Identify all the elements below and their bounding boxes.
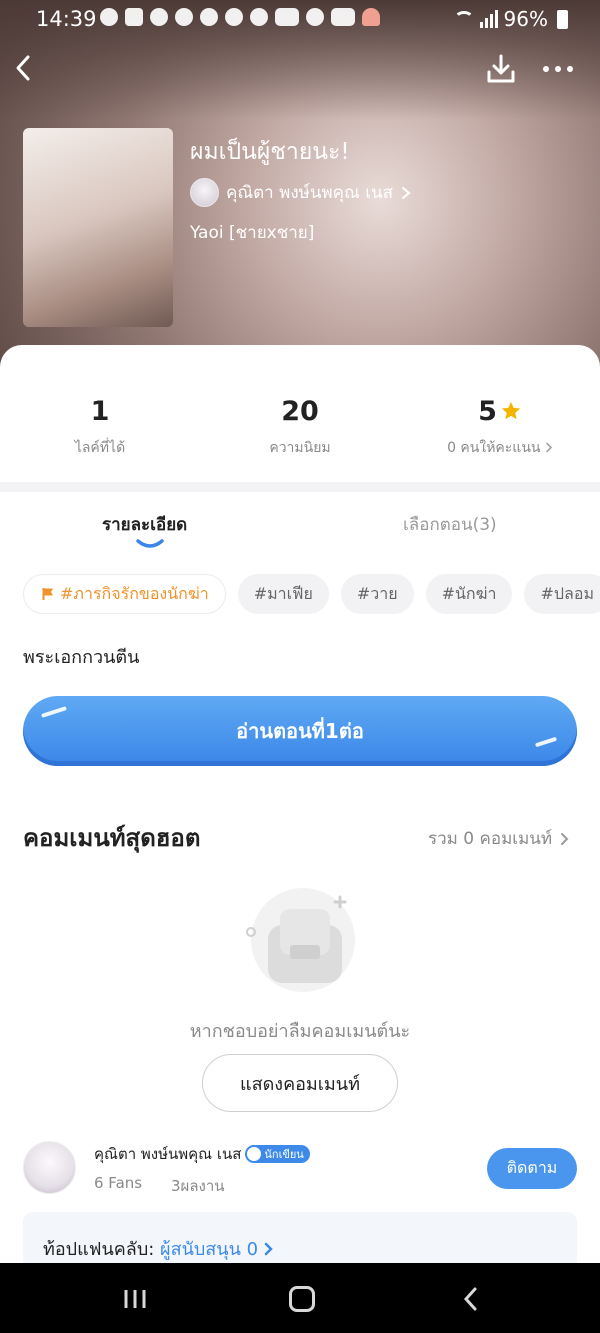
flag-icon [42,588,53,600]
follow-button[interactable]: ติดตาม [487,1148,577,1189]
health-icon [362,8,380,26]
writer-badge-icon [247,1147,262,1161]
notification-icon [175,8,193,26]
author-name-row[interactable]: คุณิตา พงษ์นพคุณ เนส นักเขียน [94,1142,310,1166]
writer-badge-label: นักเขียน [264,1148,304,1161]
popularity-label: ความนิยม [269,440,331,456]
continue-reading-button[interactable]: อ่านตอนที่1ต่อ [23,696,577,766]
tag-chip[interactable]: #มาเฟีย [237,574,329,614]
tag-list: #ภารกิจรักของนักฆ่า #มาเฟีย #วาย #นักฆ่า… [23,574,600,614]
notification-icon [275,8,299,26]
battery-icon [557,9,568,29]
signal-icon [479,10,498,28]
notification-icon [306,8,324,26]
genre-label: Yaoi [ชายxชาย] [190,223,315,243]
battery-percent: 96% [503,7,548,31]
notification-icon [225,8,243,26]
recent-apps-icon[interactable] [122,1288,148,1310]
tab-indicator [136,539,164,548]
fanclub-text: ท้อปแฟนคลับ: ผู้สนับสนุน 0 [43,1234,274,1263]
hot-comments-title: คอมเมนท์สุดฮอต [23,824,201,852]
wifi-icon [453,11,474,27]
rating-stat[interactable]: 5 0 คนให้คะแนน [400,395,600,457]
nav-back-icon[interactable] [460,1286,482,1312]
empty-comments-hint: หากชอบอย่าลืมคอมเมนต์นะ [189,1021,411,1042]
notification-icon [100,8,118,26]
chevron-right-icon [264,1242,273,1256]
notification-icon [150,8,168,26]
comment-count-link[interactable]: รวม 0 คอมเมนท์ [428,825,570,852]
more-options-icon[interactable] [540,54,576,84]
popularity-value: 20 [281,396,319,427]
rating-count-row: 0 คนให้คะแนน [400,439,600,457]
system-indicators: 96% [453,7,568,31]
tab-episodes[interactable]: เลือกตอน(3) [403,511,497,538]
notification-icons [100,8,380,26]
tab-details[interactable]: รายละเอียด [102,511,187,538]
home-icon[interactable] [289,1286,315,1312]
notification-icon [250,8,268,26]
book-cover [23,128,173,327]
author-name: คุณิตา พงษ์นพคุณ เนส [94,1145,242,1163]
continue-reading-label: อ่านตอนที่1ต่อ [236,719,364,743]
author-avatar [190,178,219,207]
button-shine [41,706,67,718]
writer-badge: นักเขียน [245,1145,310,1163]
author-link[interactable]: คุณิตา พงษ์นพคุณ เนส [190,178,412,207]
author-name: คุณิตา พงษ์นพคุณ เนส [226,183,394,203]
status-time: 14:39 [36,7,97,31]
rating-count: 0 คนให้คะแนน [447,440,541,456]
tag-label: #ภารกิจรักของนักฆ่า [60,584,209,603]
show-comments-button[interactable]: แสดงคอมเมนท์ [202,1054,398,1112]
empty-comments-icon [246,888,355,992]
download-icon[interactable] [484,52,518,86]
system-nav-bar [0,1263,600,1333]
likes-value: 1 [90,396,110,427]
chevron-right-icon [402,186,411,199]
synopsis: พระเอกกวนตีน [23,647,140,668]
comment-count: รวม 0 คอมเมนท์ [428,829,553,849]
author-avatar[interactable] [23,1141,76,1194]
fanclub-label: ท้อปแฟนคลับ: [43,1239,161,1260]
notification-icon [125,8,143,26]
works-count: 3ผลงาน [171,1177,225,1195]
fans-count: 6 Fans [94,1174,143,1192]
section-divider [0,482,600,492]
star-icon [501,401,521,420]
popularity-stat: 20 ความนิยม [200,395,400,457]
tag-chip[interactable]: #ภารกิจรักของนักฆ่า [23,574,226,614]
back-icon[interactable] [8,52,40,84]
tag-chip[interactable]: #วาย [340,574,414,614]
fanclub-link[interactable]: ผู้สนับสนุน 0 [160,1239,258,1260]
book-title: ผมเป็นผู้ชายนะ! [190,139,350,165]
status-bar: 14:39 96% [0,0,600,38]
notification-icon [200,8,218,26]
tag-chip[interactable]: #นักฆ่า [425,574,513,614]
likes-label: ไลค์ที่ได้ [74,440,126,456]
tag-chip[interactable]: #ปลอม [524,574,600,614]
rating-value-row: 5 [400,395,600,429]
likes-stat: 1 ไลค์ที่ได้ [0,395,200,457]
rating-value: 5 [478,396,497,427]
chevron-right-icon [546,442,552,453]
button-shine [534,736,558,748]
youtube-icon [331,8,355,26]
chevron-right-icon [561,832,569,845]
